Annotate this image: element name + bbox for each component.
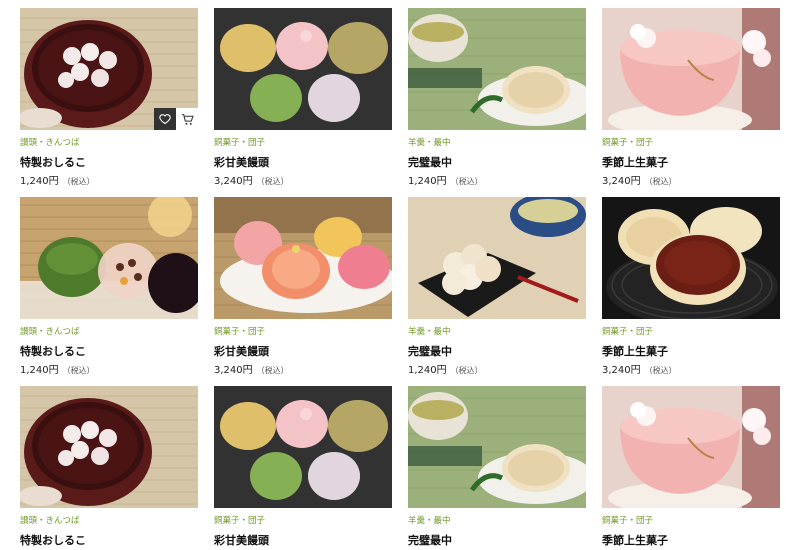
product-card[interactable]: 銅菓子・団子 季節上生菓子 3,240円 （税込） bbox=[602, 8, 780, 189]
product-price: 1,240円 bbox=[408, 176, 447, 187]
product-name[interactable]: 完璧最中 bbox=[408, 345, 586, 359]
product-name[interactable]: 季節上生菓子 bbox=[602, 534, 780, 548]
product-price: 3,240円 bbox=[214, 176, 253, 187]
product-card[interactable]: 讃頭・きんつば 特製おしるこ bbox=[20, 386, 198, 548]
product-price: 1,240円 bbox=[20, 176, 59, 187]
product-price: 3,240円 bbox=[602, 365, 641, 376]
product-card[interactable]: 羊羹・最中 完璧最中 1,240円 （税込） bbox=[408, 8, 586, 189]
tax-label: （税込） bbox=[644, 177, 677, 186]
product-price-row: 3,240円 （税込） bbox=[214, 364, 392, 378]
product-price-row: 1,240円 （税込） bbox=[20, 175, 198, 189]
cart-icon bbox=[181, 113, 194, 125]
product-image[interactable] bbox=[20, 197, 198, 319]
product-price-row: 1,240円 （税込） bbox=[408, 364, 586, 378]
product-category[interactable]: 銅菓子・団子 bbox=[602, 326, 780, 338]
product-name[interactable]: 彩甘美饅頭 bbox=[214, 156, 392, 170]
product-category[interactable]: 銅菓子・団子 bbox=[214, 137, 392, 149]
product-card[interactable]: 銅菓子・団子 季節上生菓子 bbox=[602, 386, 780, 548]
product-name[interactable]: 完璧最中 bbox=[408, 534, 586, 548]
tax-label: （税込） bbox=[644, 366, 677, 375]
product-card[interactable]: 羊羹・最中 完璧最中 bbox=[408, 386, 586, 548]
product-image[interactable] bbox=[602, 197, 780, 319]
product-price: 1,240円 bbox=[20, 365, 59, 376]
favorite-button[interactable] bbox=[154, 108, 176, 130]
product-card[interactable]: 銅菓子・団子 季節上生菓子 3,240円 （税込） bbox=[602, 197, 780, 378]
product-card[interactable]: 羊羹・最中 完璧最中 1,240円 （税込） bbox=[408, 197, 586, 378]
product-price-row: 1,240円 （税込） bbox=[20, 364, 198, 378]
product-price: 3,240円 bbox=[214, 365, 253, 376]
product-image[interactable] bbox=[408, 197, 586, 319]
product-image[interactable] bbox=[20, 386, 198, 508]
product-price-row: 3,240円 （税込） bbox=[214, 175, 392, 189]
product-card[interactable]: 讃頭・きんつば 特製おしるこ 1,240円 （税込） bbox=[20, 197, 198, 378]
product-name[interactable]: 完璧最中 bbox=[408, 156, 586, 170]
product-image[interactable] bbox=[214, 386, 392, 508]
product-category[interactable]: 羊羹・最中 bbox=[408, 326, 586, 338]
product-category[interactable]: 銅菓子・団子 bbox=[214, 515, 392, 527]
product-category[interactable]: 讃頭・きんつば bbox=[20, 137, 198, 149]
product-name[interactable]: 特製おしるこ bbox=[20, 156, 198, 170]
product-name[interactable]: 季節上生菓子 bbox=[602, 345, 780, 359]
add-to-cart-button[interactable] bbox=[176, 108, 198, 130]
product-category[interactable]: 羊羹・最中 bbox=[408, 515, 586, 527]
product-image[interactable] bbox=[602, 386, 780, 508]
product-price: 3,240円 bbox=[602, 176, 641, 187]
product-category[interactable]: 銅菓子・団子 bbox=[214, 326, 392, 338]
product-price-row: 3,240円 （税込） bbox=[602, 364, 780, 378]
product-card[interactable]: 銅菓子・団子 彩甘美饅頭 bbox=[214, 386, 392, 548]
product-category[interactable]: 讃頭・きんつば bbox=[20, 515, 198, 527]
product-card[interactable]: 讃頭・きんつば 特製おしるこ 1,240円 （税込） bbox=[20, 8, 198, 189]
product-name[interactable]: 特製おしるこ bbox=[20, 534, 198, 548]
product-name[interactable]: 特製おしるこ bbox=[20, 345, 198, 359]
product-category[interactable]: 銅菓子・団子 bbox=[602, 137, 780, 149]
tax-label: （税込） bbox=[450, 366, 483, 375]
product-image[interactable] bbox=[408, 386, 586, 508]
heart-icon bbox=[159, 114, 171, 125]
tax-label: （税込） bbox=[62, 177, 95, 186]
product-image[interactable] bbox=[408, 8, 586, 130]
product-name[interactable]: 季節上生菓子 bbox=[602, 156, 780, 170]
product-price-row: 1,240円 （税込） bbox=[408, 175, 586, 189]
tax-label: （税込） bbox=[256, 177, 289, 186]
product-price-row: 3,240円 （税込） bbox=[602, 175, 780, 189]
hover-actions bbox=[154, 108, 198, 130]
product-category[interactable]: 羊羹・最中 bbox=[408, 137, 586, 149]
product-category[interactable]: 讃頭・きんつば bbox=[20, 326, 198, 338]
product-name[interactable]: 彩甘美饅頭 bbox=[214, 534, 392, 548]
product-image[interactable] bbox=[20, 8, 198, 130]
product-image[interactable] bbox=[602, 8, 780, 130]
product-price: 1,240円 bbox=[408, 365, 447, 376]
product-card[interactable]: 銅菓子・団子 彩甘美饅頭 3,240円 （税込） bbox=[214, 197, 392, 378]
product-card[interactable]: 銅菓子・団子 彩甘美饅頭 3,240円 （税込） bbox=[214, 8, 392, 189]
product-category[interactable]: 銅菓子・団子 bbox=[602, 515, 780, 527]
product-image[interactable] bbox=[214, 197, 392, 319]
tax-label: （税込） bbox=[62, 366, 95, 375]
tax-label: （税込） bbox=[450, 177, 483, 186]
tax-label: （税込） bbox=[256, 366, 289, 375]
product-image[interactable] bbox=[214, 8, 392, 130]
product-name[interactable]: 彩甘美饅頭 bbox=[214, 345, 392, 359]
